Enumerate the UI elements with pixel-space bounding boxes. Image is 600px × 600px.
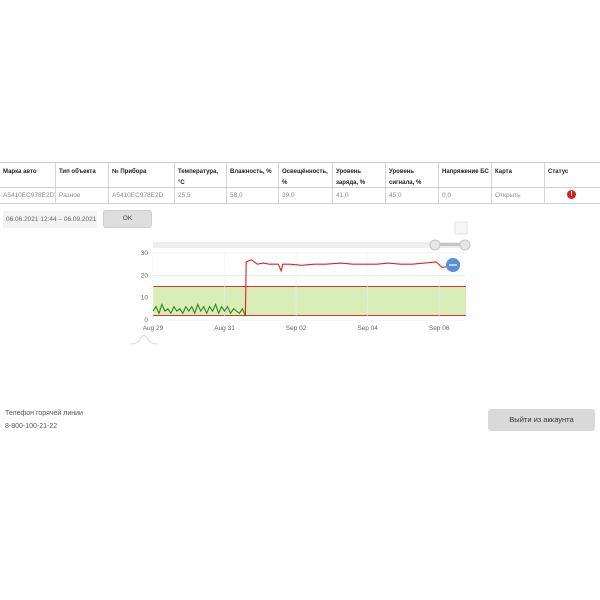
hotline-label: Телефон горячей линии <box>5 410 83 417</box>
col-header-humidity: Влажность, % <box>226 163 278 187</box>
cell-humidity: 58,0 <box>226 188 278 203</box>
cell-voltage: 0,0 <box>438 188 491 203</box>
col-header-voltage: Напряжение БС <box>438 163 491 187</box>
y-tick-label: 10 <box>141 295 149 302</box>
cell-device-no: A5410EC978E2D <box>108 188 174 203</box>
date-range-field[interactable]: 06.06.2021 12:44 – 06.09.2021 <box>3 211 97 228</box>
temperature-chart: 0 10 20 30 Aug 29 Aug 31 Sep 02 Sep 04 Sep 06 <box>126 220 476 350</box>
preview-curve <box>129 335 159 345</box>
navigator-handle-right <box>459 239 471 251</box>
y-tick-label: 20 <box>141 272 149 279</box>
navigator-handle-left <box>429 239 441 251</box>
logout-button[interactable]: Выйти из аккаунта <box>488 409 595 431</box>
table-row[interactable]: A5410EC978E2D Разное A5410EC978E2D 25,5 … <box>0 188 600 204</box>
col-header-device-no: № Прибора <box>108 163 174 187</box>
x-tick-label: Sep 04 <box>357 325 378 332</box>
col-header-brand: Марка авто <box>3 169 37 175</box>
col-header-map: Карта <box>491 163 544 187</box>
export-menu-button <box>454 221 468 235</box>
cell-brand: A5410EC978E2D <box>3 192 55 199</box>
col-header-signal: Уровень сигнала, % <box>385 163 438 187</box>
cell-charge: 41,0 <box>332 188 385 203</box>
navigator-track <box>153 242 466 248</box>
y-tick-label: 0 <box>144 317 148 324</box>
x-tick-label: Aug 31 <box>214 325 235 332</box>
cell-signal: 45,0 <box>385 188 438 203</box>
x-tick-label: Sep 02 <box>286 325 307 332</box>
cell-status: ! <box>544 188 600 203</box>
map-open-link[interactable]: Открыть <box>495 192 521 199</box>
cell-illuminance: 39,0 <box>278 188 332 203</box>
cell-object-type: Разное <box>55 188 108 203</box>
col-header-object-type: Тип объекта <box>55 163 108 187</box>
x-tick-label: Sep 06 <box>429 325 450 332</box>
y-tick-label: 30 <box>141 250 149 257</box>
threshold-band <box>153 286 466 316</box>
col-header-status: Статус <box>544 163 600 187</box>
table-header-row: Марка авто Тип объекта № Прибора Темпера… <box>0 162 600 188</box>
cell-temperature: 25,5 <box>174 188 226 203</box>
alert-icon: ! <box>567 190 576 199</box>
col-header-temperature: Температура,°С <box>174 163 226 187</box>
col-header-illuminance: Освещённость, % <box>278 163 332 187</box>
chart-svg: 0 10 20 30 Aug 29 Aug 31 Sep 02 Sep 04 Sep 06 <box>129 221 471 345</box>
cell-map: Открыть <box>491 188 544 203</box>
col-header-charge: Уровень заряда, % <box>332 163 385 187</box>
hotline-phone: 8-800-100-21-22 <box>5 423 58 430</box>
x-tick-label: Aug 29 <box>143 325 164 332</box>
